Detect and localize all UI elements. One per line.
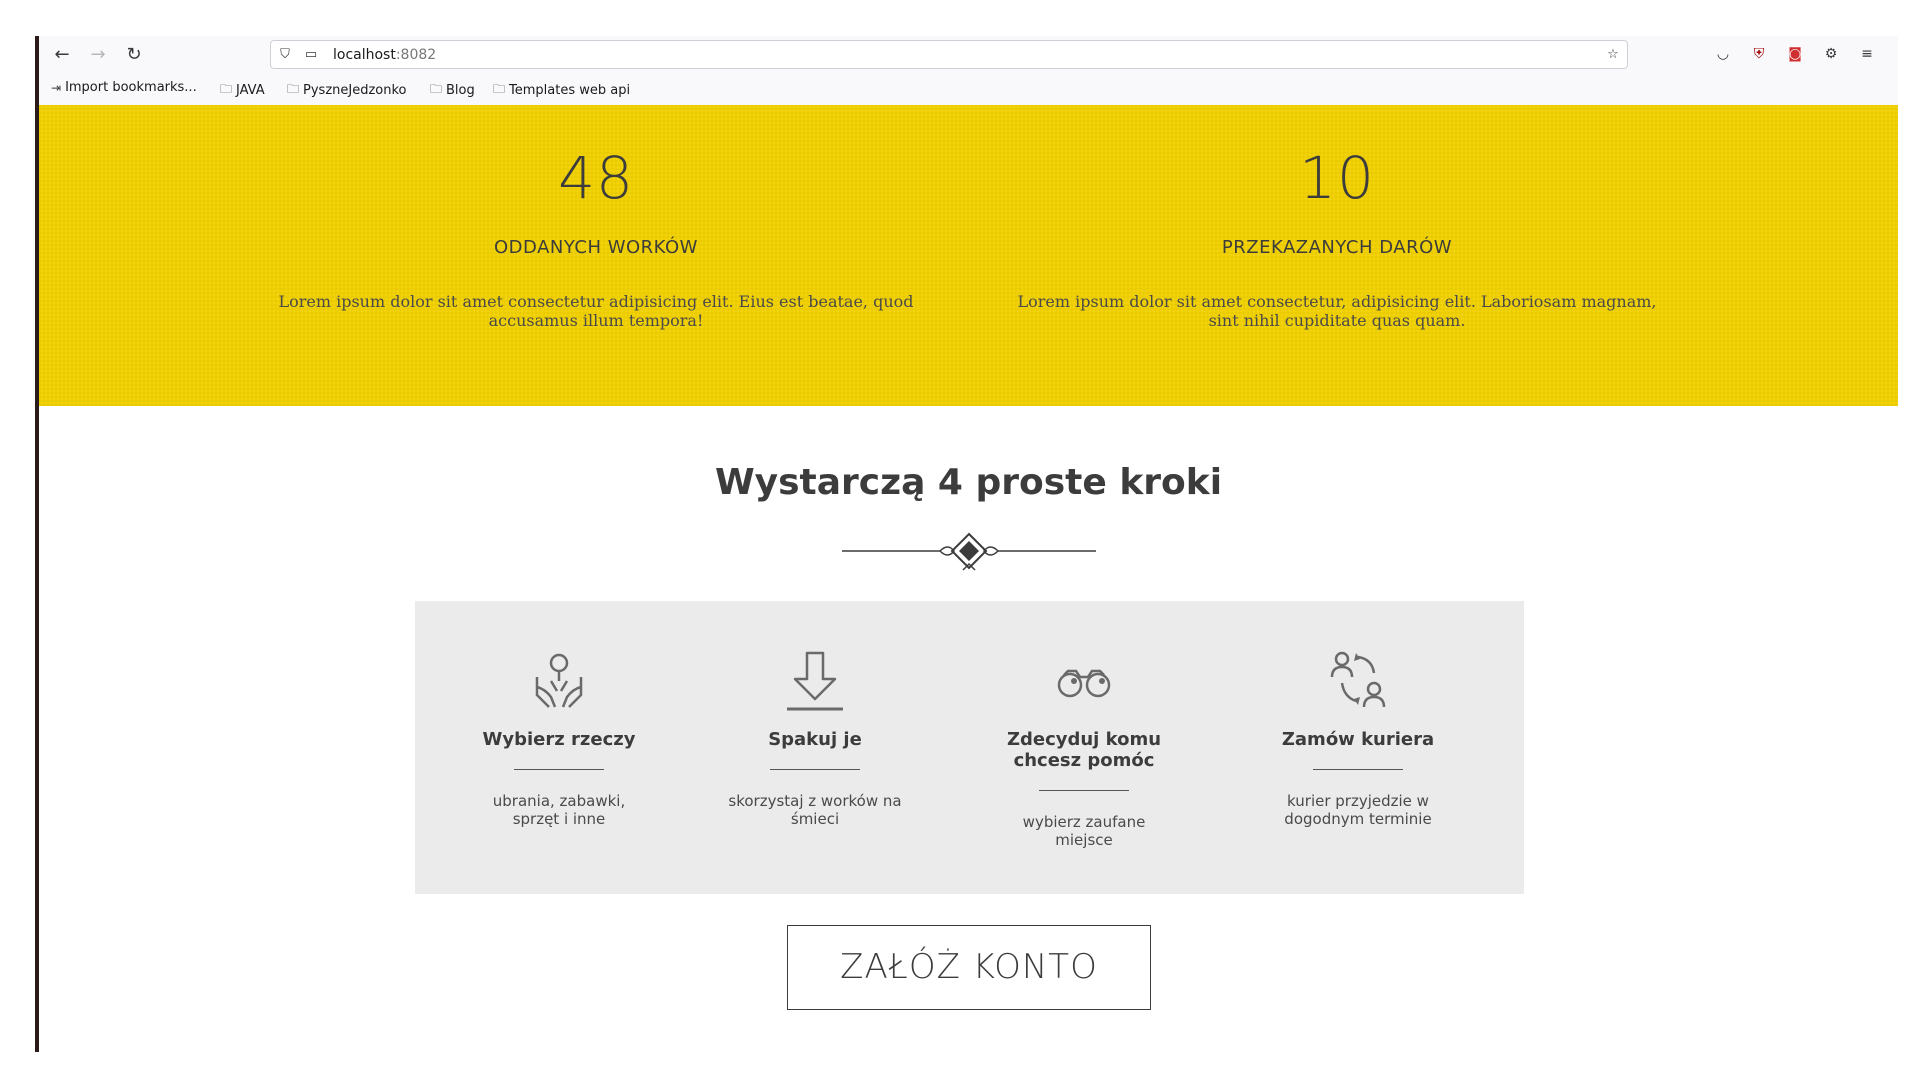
- step-title: Zamów kuriera: [1281, 729, 1435, 750]
- folder-icon: 🗀: [493, 82, 506, 96]
- bookmark-java[interactable]: 🗀 JAVA: [220, 80, 265, 101]
- reload-icon[interactable]: ↻: [123, 44, 145, 66]
- url-text[interactable]: localhost:8082: [333, 47, 436, 63]
- bookmark-label: Blog: [446, 83, 475, 98]
- bookmark-label: JAVA: [236, 83, 265, 98]
- stat-label: ODDANYCH WORKÓW: [494, 237, 698, 258]
- browser-chrome: ← → ↻ ⛉ ▭ localhost:8082 ☆ ◡ ⛨ ◙ ⚙ ≡ ⇥ Im…: [39, 36, 1898, 106]
- bookmarks-toolbar: ⇥ Import bookmarks... 🗀 JAVA 🗀 PyszneJedzon…: [39, 76, 1898, 102]
- step-divider: [1039, 790, 1129, 791]
- bookmark-blog[interactable]: 🗀 Blog: [430, 80, 475, 101]
- step-divider: [770, 769, 860, 770]
- browser-toolbar: ← → ↻ ⛉ ▭ localhost:8082 ☆ ◡ ⛨ ◙ ⚙ ≡: [39, 36, 1898, 74]
- steps-title: Wystarczą 4 proste kroki: [714, 462, 1223, 503]
- bookmark-templates[interactable]: 🗀 Templates web api: [493, 80, 630, 101]
- stat-bags: 48 ODDANYCH WORKÓW Lorem ipsum dolor sit…: [266, 105, 926, 330]
- menu-icon[interactable]: ≡: [1858, 45, 1876, 63]
- folder-icon: 🗀: [220, 82, 233, 96]
- step-description: wybierz zaufane miejsce: [1022, 813, 1146, 849]
- forward-arrow-icon[interactable]: →: [87, 44, 109, 66]
- url-port: :8082: [395, 47, 437, 63]
- page-icon[interactable]: ▭: [303, 47, 319, 63]
- step-title: Zdecyduj komu chcesz pomóc: [1006, 729, 1162, 771]
- ublock-icon[interactable]: ⛨: [1750, 45, 1768, 63]
- step-title: Wybierz rzeczy: [482, 729, 636, 750]
- stat-description: Lorem ipsum dolor sit amet consectetur a…: [278, 292, 914, 330]
- url-bar[interactable]: ⛉ ▭ localhost:8082 ☆: [270, 40, 1628, 69]
- stats-section: 48 ODDANYCH WORKÓW Lorem ipsum dolor sit…: [39, 105, 1898, 406]
- courier-exchange-icon: [1330, 651, 1386, 708]
- stat-description: Lorem ipsum dolor sit amet consectetur, …: [1017, 292, 1657, 330]
- back-arrow-icon[interactable]: ←: [51, 44, 73, 66]
- bookmark-star-icon[interactable]: ☆: [1605, 47, 1621, 63]
- step-title: Spakuj je: [768, 729, 862, 750]
- stat-gifts: 10 PRZEKAZANYCH DARÓW Lorem ipsum dolor …: [1007, 105, 1667, 330]
- stat-number: 10: [1299, 144, 1375, 212]
- bookmark-import[interactable]: ⇥ Import bookmarks...: [51, 80, 197, 95]
- step-description: ubrania, zabawki, sprzęt i inne: [492, 792, 626, 828]
- pocket-icon[interactable]: ◡: [1714, 45, 1732, 63]
- shield-icon[interactable]: ⛉: [277, 47, 293, 63]
- decoration-ornament-icon: [842, 532, 1096, 571]
- create-account-button[interactable]: ZAŁÓŻ KONTO: [787, 925, 1151, 1010]
- steps-box: Wybierz rzeczy ubrania, zabawki, sprzęt …: [415, 601, 1524, 894]
- stat-number: 48: [558, 144, 634, 212]
- import-icon: ⇥: [51, 80, 62, 95]
- hands-heart-icon: [535, 653, 583, 708]
- folder-icon: 🗀: [287, 82, 300, 96]
- download-arrow-icon: [787, 651, 843, 711]
- step-description: kurier przyjedzie w dogodnym terminie: [1284, 792, 1432, 828]
- binoculars-icon: [1057, 669, 1111, 698]
- bookmark-pysznejedzonko[interactable]: 🗀 PyszneJedzonko: [287, 80, 407, 101]
- folder-icon: 🗀: [430, 82, 443, 96]
- url-host: localhost: [333, 47, 396, 63]
- extensions-icon[interactable]: ⚙: [1822, 45, 1840, 63]
- stat-label: PRZEKAZANYCH DARÓW: [1221, 237, 1453, 258]
- bookmark-label: Import bookmarks...: [65, 80, 197, 95]
- step-divider: [1313, 769, 1403, 770]
- step-description: skorzystaj z worków na śmieci: [728, 792, 902, 828]
- bookmark-label: PyszneJedzonko: [303, 83, 407, 98]
- step-divider: [514, 769, 604, 770]
- screenshot-icon[interactable]: ◙: [1786, 45, 1804, 63]
- bookmark-label: Templates web api: [509, 83, 631, 98]
